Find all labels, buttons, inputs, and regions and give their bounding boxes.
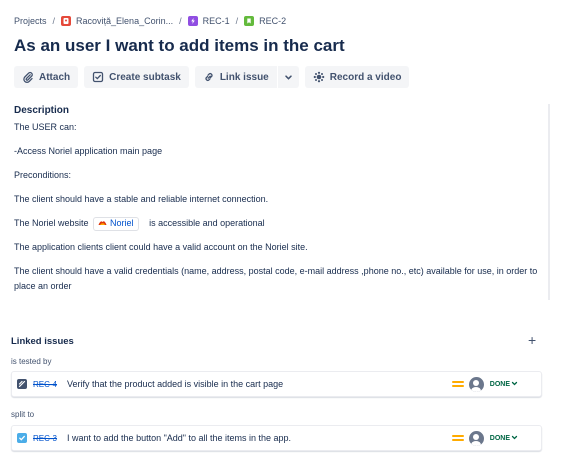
breadcrumb: Projects / Racoviță_Elena_Corin... / REC…	[14, 14, 286, 28]
description-paragraph: The USER can:	[14, 122, 77, 132]
link-type-label: is tested by	[11, 357, 52, 366]
issue-toolbar: Attach Create subtask Link issue Record …	[14, 66, 410, 88]
epic-icon	[187, 16, 198, 26]
description-paragraph: -Access Noriel application main page	[14, 146, 163, 156]
breadcrumb-separator: /	[179, 16, 182, 26]
link-issue-dropdown[interactable]	[276, 66, 299, 88]
story-icon	[244, 16, 255, 26]
description-paragraph: The client should have a valid credentia…	[14, 266, 538, 291]
status-label: DONE	[489, 380, 510, 388]
create-subtask-label: Create subtask	[109, 71, 181, 83]
description-text: is accessible and operational	[149, 218, 265, 228]
chevron-down-icon	[284, 73, 293, 82]
assignee-avatar[interactable]	[468, 376, 484, 392]
link-type-label: split to	[11, 410, 35, 419]
breadcrumb-epic[interactable]: REC-1	[187, 16, 230, 26]
breadcrumb-project[interactable]: Racoviță_Elena_Corin...	[61, 16, 173, 26]
record-video-label: Record a video	[329, 71, 402, 83]
description-paragraph: Preconditions:	[14, 170, 72, 180]
description-scrollbar[interactable]	[548, 104, 550, 300]
status-dropdown[interactable]: DONE	[490, 380, 518, 389]
description-section[interactable]: Description The USER can: -Access Noriel…	[14, 104, 549, 294]
description-paragraph: The Noriel website Noriel is accessible …	[14, 216, 549, 231]
link-issue-split-button: Link issue	[194, 66, 299, 88]
project-avatar-icon	[61, 16, 72, 26]
priority-medium-icon	[451, 381, 464, 387]
breadcrumb-epic-label[interactable]: REC-1	[203, 16, 230, 26]
status-dropdown[interactable]: DONE	[490, 434, 518, 443]
linked-issue-row[interactable]: REC-3 I want to add the button "Add" to …	[11, 425, 542, 451]
chevron-down-icon	[511, 434, 518, 443]
record-video-button[interactable]: Record a video	[304, 66, 410, 88]
breadcrumb-story[interactable]: REC-2	[244, 16, 286, 26]
breadcrumb-separator: /	[235, 16, 239, 26]
linked-issue-key[interactable]: REC-3	[33, 434, 57, 443]
assignee-avatar[interactable]	[468, 430, 484, 446]
linked-issue-key[interactable]: REC-4	[33, 380, 57, 389]
attach-button[interactable]: Attach	[14, 66, 79, 88]
noriel-link-chip[interactable]: Noriel	[93, 216, 139, 231]
description-heading: Description	[14, 105, 70, 116]
link-issue-button[interactable]: Link issue	[194, 66, 277, 88]
link-icon	[203, 71, 215, 83]
status-label: DONE	[489, 434, 510, 442]
noriel-link-label[interactable]: Noriel	[110, 216, 134, 231]
description-text: The Noriel website	[14, 218, 89, 228]
linked-issues-heading: Linked issues	[11, 336, 74, 347]
create-subtask-button[interactable]: Create subtask	[84, 66, 189, 88]
test-icon	[17, 379, 27, 389]
add-linked-issue-button[interactable]: +	[528, 333, 536, 347]
breadcrumb-projects[interactable]: Projects	[14, 16, 47, 26]
video-record-icon	[313, 71, 325, 83]
priority-medium-icon	[451, 435, 464, 441]
linked-issue-summary[interactable]: I want to add the button "Add" to all th…	[67, 433, 452, 443]
linked-issue-summary[interactable]: Verify that the product added is visible…	[67, 379, 452, 389]
link-issue-label: Link issue	[219, 71, 269, 83]
description-paragraph: The application clients client could hav…	[14, 242, 308, 252]
paperclip-icon	[22, 71, 34, 83]
subtask-icon	[92, 71, 104, 83]
attach-label: Attach	[39, 71, 71, 83]
breadcrumb-separator: /	[52, 16, 56, 26]
chevron-down-icon	[511, 380, 518, 389]
issue-title[interactable]: As an user I want to add items in the ca…	[14, 36, 345, 56]
site-favicon-icon	[98, 216, 107, 231]
linked-issue-row[interactable]: REC-4 Verify that the product added is v…	[11, 371, 542, 397]
task-icon	[17, 433, 27, 443]
description-paragraph: The client should have a stable and reli…	[14, 194, 269, 204]
breadcrumb-story-label[interactable]: REC-2	[259, 16, 286, 26]
breadcrumb-project-label[interactable]: Racoviță_Elena_Corin...	[76, 16, 173, 26]
breadcrumb-projects-label[interactable]: Projects	[14, 16, 47, 26]
